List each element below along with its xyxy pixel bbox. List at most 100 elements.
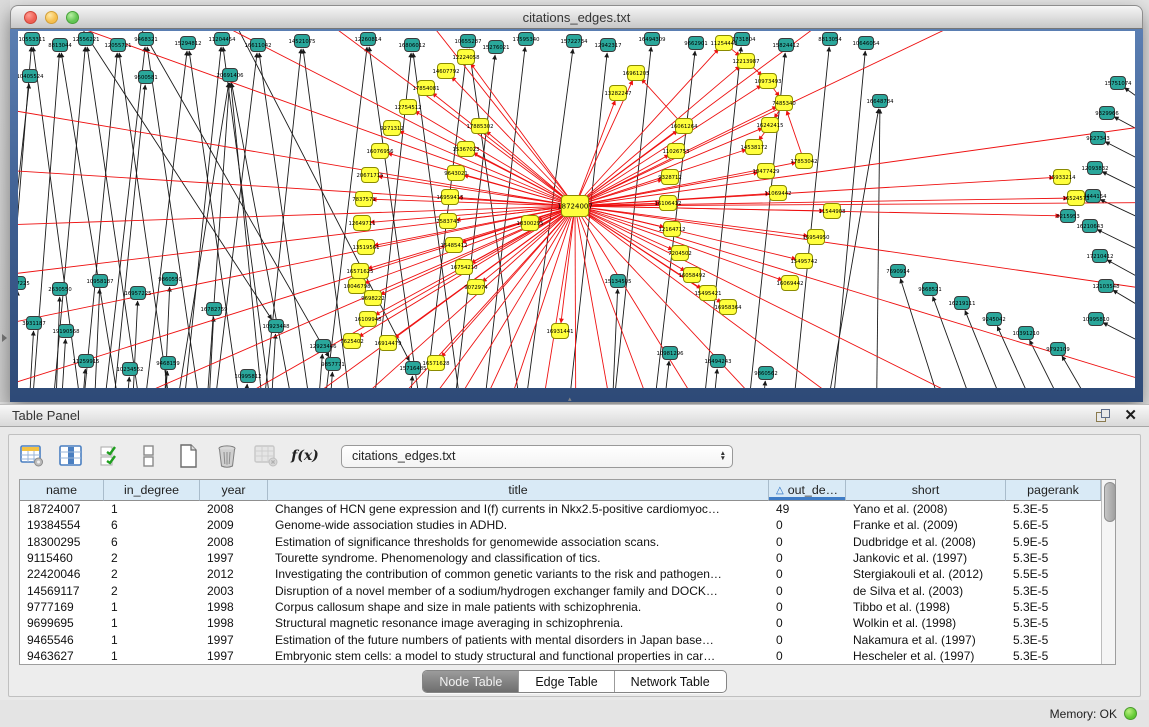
- graph-node[interactable]: 12649711: [349, 216, 376, 231]
- graph-node[interactable]: 16806012: [399, 39, 426, 52]
- table-cell[interactable]: 6: [104, 518, 200, 532]
- graph-node[interactable]: 9468159: [156, 357, 180, 370]
- table-cell[interactable]: 5.3E-5: [1006, 616, 1101, 630]
- network-canvas[interactable]: 1055331188130441255622112055721946832115…: [18, 31, 1135, 388]
- graph-node[interactable]: 10646054: [853, 37, 881, 50]
- table-cell[interactable]: 0: [769, 567, 846, 581]
- graph-node[interactable]: 16957225: [125, 287, 152, 300]
- table-cell[interactable]: Genome-wide association studies in ADHD.: [268, 518, 769, 532]
- table-cell[interactable]: 1: [104, 616, 200, 630]
- graph-node[interactable]: 10405524: [18, 70, 44, 83]
- graph-node[interactable]: 9662901: [684, 37, 708, 50]
- table-cell[interactable]: Jankovic et al. (1997): [846, 551, 1006, 565]
- table-row[interactable]: 2242004622012Investigating the contribut…: [20, 566, 1101, 582]
- table-cell[interactable]: 0: [769, 649, 846, 663]
- graph-node[interactable]: 9698222: [361, 291, 385, 306]
- graph-node[interactable]: 12213987: [733, 54, 760, 69]
- table-cell[interactable]: Corpus callosum shape and size in male p…: [268, 600, 769, 614]
- graph-node[interactable]: 17854081: [413, 81, 440, 96]
- table-cell[interactable]: Changes of HCN gene expression and I(f) …: [268, 502, 769, 516]
- graph-node[interactable]: 16571628: [423, 356, 451, 371]
- table-cell[interactable]: Structural magnetic resonance image aver…: [268, 616, 769, 630]
- table-cell[interactable]: 0: [769, 600, 846, 614]
- graph-node[interactable]: 12260814: [355, 33, 383, 46]
- graph-node[interactable]: 15933214: [1049, 170, 1077, 185]
- table-cell[interactable]: 18724007: [20, 502, 104, 516]
- column-header-out_de[interactable]: △out_de…: [769, 480, 846, 501]
- panel-collapse-arrow[interactable]: [2, 334, 7, 342]
- graph-node[interactable]: 9500581: [134, 71, 158, 84]
- table-row[interactable]: 1938455462009Genome-wide association stu…: [20, 517, 1101, 533]
- table-cell[interactable]: 1: [104, 600, 200, 614]
- table-cell[interactable]: 5.6E-5: [1006, 518, 1101, 532]
- table-cell[interactable]: Disruption of a novel member of a sodium…: [268, 584, 769, 598]
- graph-node[interactable]: 15824412: [773, 39, 800, 52]
- graph-node[interactable]: 8215953: [1056, 210, 1080, 223]
- table-cell[interactable]: 2003: [200, 584, 268, 598]
- table-cell[interactable]: 1997: [200, 551, 268, 565]
- graph-node[interactable]: 12923446: [310, 340, 338, 353]
- graph-node[interactable]: 11204454: [209, 33, 237, 46]
- graph-node[interactable]: 9860550: [158, 273, 182, 286]
- table-cell[interactable]: de Silva et al. (2003): [846, 584, 1006, 598]
- graph-node[interactable]: 12224058: [453, 50, 481, 65]
- graph-node[interactable]: 16076956: [367, 144, 395, 159]
- graph-node[interactable]: 14538172: [741, 140, 768, 155]
- table-cell[interactable]: 2: [104, 551, 200, 565]
- graph-node[interactable]: 9857771: [321, 358, 345, 371]
- table-cell[interactable]: 5.5E-5: [1006, 567, 1101, 581]
- table-cell[interactable]: 5.3E-5: [1006, 551, 1101, 565]
- table-cell[interactable]: Stergiakouli et al. (2012): [846, 567, 1006, 581]
- table-cell[interactable]: 5.3E-5: [1006, 584, 1101, 598]
- table-cell[interactable]: 0: [769, 551, 846, 565]
- graph-node[interactable]: 11544908: [819, 204, 847, 219]
- table-cell[interactable]: 2: [104, 567, 200, 581]
- graph-node[interactable]: 12055721: [105, 39, 132, 52]
- table-cell[interactable]: 18300295: [20, 535, 104, 549]
- graph-node[interactable]: 9643021: [444, 166, 468, 181]
- delete-trash-icon[interactable]: [214, 443, 240, 469]
- table-row[interactable]: 969969511998Structural magnetic resonanc…: [20, 615, 1101, 631]
- graph-node[interactable]: 12556221: [73, 33, 100, 46]
- graph-node[interactable]: 10923448: [263, 320, 291, 333]
- table-row[interactable]: 1830029562008Estimation of significance …: [20, 534, 1101, 550]
- table-cell[interactable]: 5.3E-5: [1006, 502, 1101, 516]
- graph-node[interactable]: 7204502: [668, 246, 692, 261]
- graph-node[interactable]: 16648784: [867, 95, 895, 108]
- column-cells-icon[interactable]: [136, 443, 162, 469]
- graph-node[interactable]: 18724007: [557, 196, 593, 217]
- table-cell[interactable]: Tibbo et al. (1998): [846, 600, 1006, 614]
- graph-node[interactable]: 7485340: [772, 96, 796, 111]
- graph-node[interactable]: 7837571: [352, 192, 376, 207]
- table-cell[interactable]: 9699695: [20, 616, 104, 630]
- table-cell[interactable]: 49: [769, 502, 846, 516]
- graph-node[interactable]: 17595340: [513, 33, 541, 46]
- float-panel-icon[interactable]: [1096, 409, 1109, 422]
- column-header-title[interactable]: title: [268, 480, 769, 501]
- graph-node[interactable]: 17885302: [467, 119, 494, 134]
- graph-node[interactable]: 13519561: [353, 240, 380, 255]
- table-cell[interactable]: Franke et al. (2009): [846, 518, 1006, 532]
- graph-node[interactable]: 3957225: [18, 277, 30, 290]
- table-row[interactable]: 911546021997Tourette syndrome. Phenomeno…: [20, 550, 1101, 566]
- table-cell[interactable]: Investigating the contribution of common…: [268, 567, 769, 581]
- tab-edge-table[interactable]: Edge Table: [518, 671, 613, 692]
- row-check-icon[interactable]: [97, 443, 123, 469]
- table-cell[interactable]: 0: [769, 518, 846, 532]
- table-row[interactable]: 1872400712008Changes of HCN gene express…: [20, 501, 1101, 517]
- graph-node[interactable]: 16069442: [777, 276, 804, 291]
- graph-node[interactable]: 15276021: [483, 41, 510, 54]
- table-cell[interactable]: 2009: [200, 518, 268, 532]
- table-cell[interactable]: 9777169: [20, 600, 104, 614]
- table-cell[interactable]: 1: [104, 649, 200, 663]
- table-cell[interactable]: 1998: [200, 600, 268, 614]
- graph-node[interactable]: 9468321: [134, 33, 158, 46]
- graph-node[interactable]: 16219111: [949, 297, 976, 310]
- graph-node[interactable]: 7625402: [340, 334, 364, 349]
- graph-node[interactable]: 10995812: [235, 370, 262, 383]
- graph-node[interactable]: 2630550: [48, 283, 72, 296]
- table-row[interactable]: 946554611997Estimation of the future num…: [20, 631, 1101, 647]
- scrollbar-thumb[interactable]: [1104, 482, 1116, 522]
- table-cell[interactable]: Tourette syndrome. Phenomenology and cla…: [268, 551, 769, 565]
- graph-node[interactable]: 19190568: [53, 325, 81, 338]
